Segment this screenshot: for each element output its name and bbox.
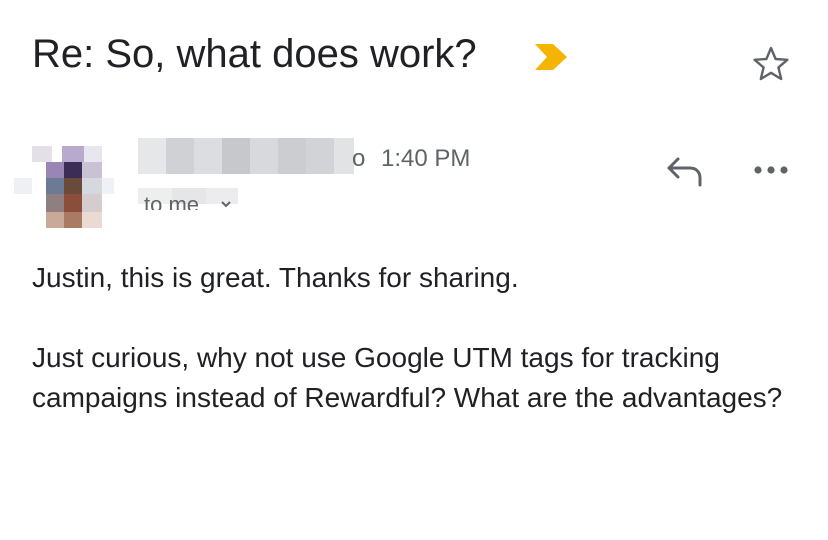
email-body: Justin, this is great. Thanks for sharin… [32, 258, 802, 418]
sender-name-redacted [138, 138, 364, 174]
avatar[interactable] [14, 146, 114, 228]
email-subject: Re: So, what does work? [32, 32, 477, 76]
email-timestamp: 1:40 PM [381, 145, 471, 172]
chevron-down-icon[interactable] [220, 199, 232, 209]
body-paragraph: Justin, this is great. Thanks for sharin… [32, 262, 519, 293]
sender-name-fragment: o [352, 145, 366, 172]
reply-icon[interactable] [664, 153, 704, 189]
body-paragraph: Just curious, why not use Google UTM tag… [32, 342, 783, 413]
recipient-label[interactable]: to me [144, 194, 199, 210]
importance-marker-icon[interactable] [533, 42, 569, 72]
more-options-icon[interactable] [752, 160, 790, 180]
star-icon[interactable] [751, 44, 791, 84]
